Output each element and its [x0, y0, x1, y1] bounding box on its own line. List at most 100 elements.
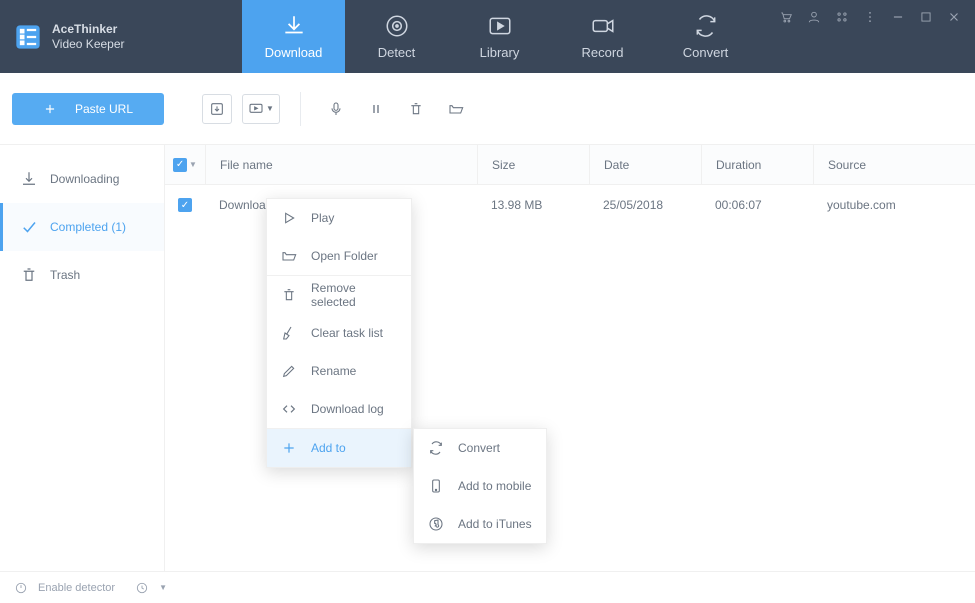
chevron-down-icon: ▼ — [266, 104, 274, 113]
mic-button[interactable] — [321, 94, 351, 124]
toolbar: Paste URL ▼ — [0, 73, 975, 145]
convert-icon — [693, 13, 719, 39]
table-header: ✓ ▼ File name Size Date Duration Source — [165, 145, 975, 185]
downloading-icon — [20, 170, 38, 188]
pause-button[interactable] — [361, 94, 391, 124]
ctx-clear-task-list[interactable]: Clear task list — [267, 314, 411, 352]
window-controls — [765, 0, 975, 73]
ctx-open-folder-label: Open Folder — [311, 249, 378, 263]
apps-icon[interactable] — [835, 10, 849, 24]
trash-icon — [281, 287, 297, 303]
nav-label-detect: Detect — [378, 45, 416, 60]
ctx-play-label: Play — [311, 211, 334, 225]
batch-download-icon — [209, 101, 225, 117]
maximize-icon[interactable] — [919, 10, 933, 24]
ctx-open-folder[interactable]: Open Folder — [267, 237, 411, 275]
checkbox-checked-icon: ✓ — [178, 198, 192, 212]
pause-icon — [368, 101, 384, 117]
play-icon — [281, 210, 297, 226]
sidebar-label-downloading: Downloading — [50, 172, 119, 186]
cart-icon[interactable] — [779, 10, 793, 24]
plus-icon — [281, 440, 297, 456]
more-icon[interactable] — [863, 10, 877, 24]
nav-label-download: Download — [265, 45, 323, 60]
nav-label-record: Record — [582, 45, 624, 60]
nav-tab-detect[interactable]: Detect — [345, 0, 448, 73]
col-filename[interactable]: File name — [205, 145, 477, 184]
sidebar-item-completed[interactable]: Completed (1) — [0, 203, 164, 251]
ctx-rename-label: Rename — [311, 364, 356, 378]
ctx-log-label: Download log — [311, 402, 384, 416]
statusbar: Enable detector ▼ — [0, 571, 975, 603]
titlebar: AceThinker Video Keeper Download Detect … — [0, 0, 975, 73]
cell-size: 13.98 MB — [477, 198, 589, 212]
mobile-icon — [428, 478, 444, 494]
col-size[interactable]: Size — [477, 145, 589, 184]
paste-url-label: Paste URL — [75, 102, 133, 116]
screen-record-dropdown[interactable]: ▼ — [242, 94, 280, 124]
ctx-add-to-label: Add to — [311, 441, 346, 455]
ctx-remove-selected[interactable]: Remove selected — [267, 276, 411, 314]
minimize-icon[interactable] — [891, 10, 905, 24]
library-icon — [487, 13, 513, 39]
power-icon[interactable] — [14, 581, 28, 595]
ctx-play[interactable]: Play — [267, 199, 411, 237]
folder-open-icon — [448, 101, 464, 117]
delete-button[interactable] — [401, 94, 431, 124]
trash-icon — [408, 101, 424, 117]
sub-itunes-label: Add to iTunes — [458, 517, 532, 531]
cell-duration: 00:06:07 — [701, 198, 813, 212]
trash-icon — [20, 266, 38, 284]
submenu-add-to: Convert Add to mobile Add to iTunes — [413, 428, 547, 544]
sidebar-label-completed: Completed (1) — [50, 220, 126, 234]
open-folder-button[interactable] — [441, 94, 471, 124]
ctx-remove-label: Remove selected — [311, 281, 397, 309]
sub-convert-label: Convert — [458, 441, 500, 455]
record-icon — [590, 13, 616, 39]
nav-tab-record[interactable]: Record — [551, 0, 654, 73]
broom-icon — [281, 325, 297, 341]
row-checkbox[interactable]: ✓ — [165, 198, 205, 212]
col-duration[interactable]: Duration — [701, 145, 813, 184]
detect-icon — [384, 13, 410, 39]
checkbox-checked-icon: ✓ — [173, 158, 187, 172]
batch-download-button[interactable] — [202, 94, 232, 124]
clock-icon[interactable] — [135, 581, 149, 595]
screen-record-icon — [248, 101, 264, 117]
plus-icon — [43, 102, 57, 116]
nav-tab-download[interactable]: Download — [242, 0, 345, 73]
completed-icon — [20, 218, 38, 236]
paste-url-button[interactable]: Paste URL — [12, 93, 164, 125]
app-title: AceThinker Video Keeper — [52, 22, 125, 51]
sidebar-item-downloading[interactable]: Downloading — [0, 155, 164, 203]
nav-tab-library[interactable]: Library — [448, 0, 551, 73]
cell-source: youtube.com — [813, 198, 975, 212]
ctx-download-log[interactable]: Download log — [267, 390, 411, 428]
sub-add-to-mobile[interactable]: Add to mobile — [414, 467, 546, 505]
context-menu: Play Open Folder Remove selected Clear t… — [266, 198, 412, 468]
user-icon[interactable] — [807, 10, 821, 24]
select-all-checkbox[interactable]: ✓ ▼ — [165, 158, 205, 172]
col-source[interactable]: Source — [813, 145, 975, 184]
close-icon[interactable] — [947, 10, 961, 24]
enable-detector-label[interactable]: Enable detector — [38, 582, 115, 594]
cell-date: 25/05/2018 — [589, 198, 701, 212]
app-logo-icon — [14, 23, 42, 51]
code-icon — [281, 401, 297, 417]
nav-tabs: Download Detect Library Record Convert — [242, 0, 757, 73]
folder-open-icon — [281, 248, 297, 264]
download-icon — [281, 13, 307, 39]
divider — [300, 92, 301, 126]
app-logo-area: AceThinker Video Keeper — [0, 0, 242, 73]
itunes-icon — [428, 516, 444, 532]
sub-add-to-itunes[interactable]: Add to iTunes — [414, 505, 546, 543]
nav-label-library: Library — [480, 45, 520, 60]
ctx-add-to[interactable]: Add to — [267, 429, 411, 467]
ctx-rename[interactable]: Rename — [267, 352, 411, 390]
col-date[interactable]: Date — [589, 145, 701, 184]
sidebar-item-trash[interactable]: Trash — [0, 251, 164, 299]
chevron-down-icon: ▼ — [189, 160, 197, 169]
sub-convert[interactable]: Convert — [414, 429, 546, 467]
nav-tab-convert[interactable]: Convert — [654, 0, 757, 73]
chevron-down-icon[interactable]: ▼ — [159, 583, 167, 592]
